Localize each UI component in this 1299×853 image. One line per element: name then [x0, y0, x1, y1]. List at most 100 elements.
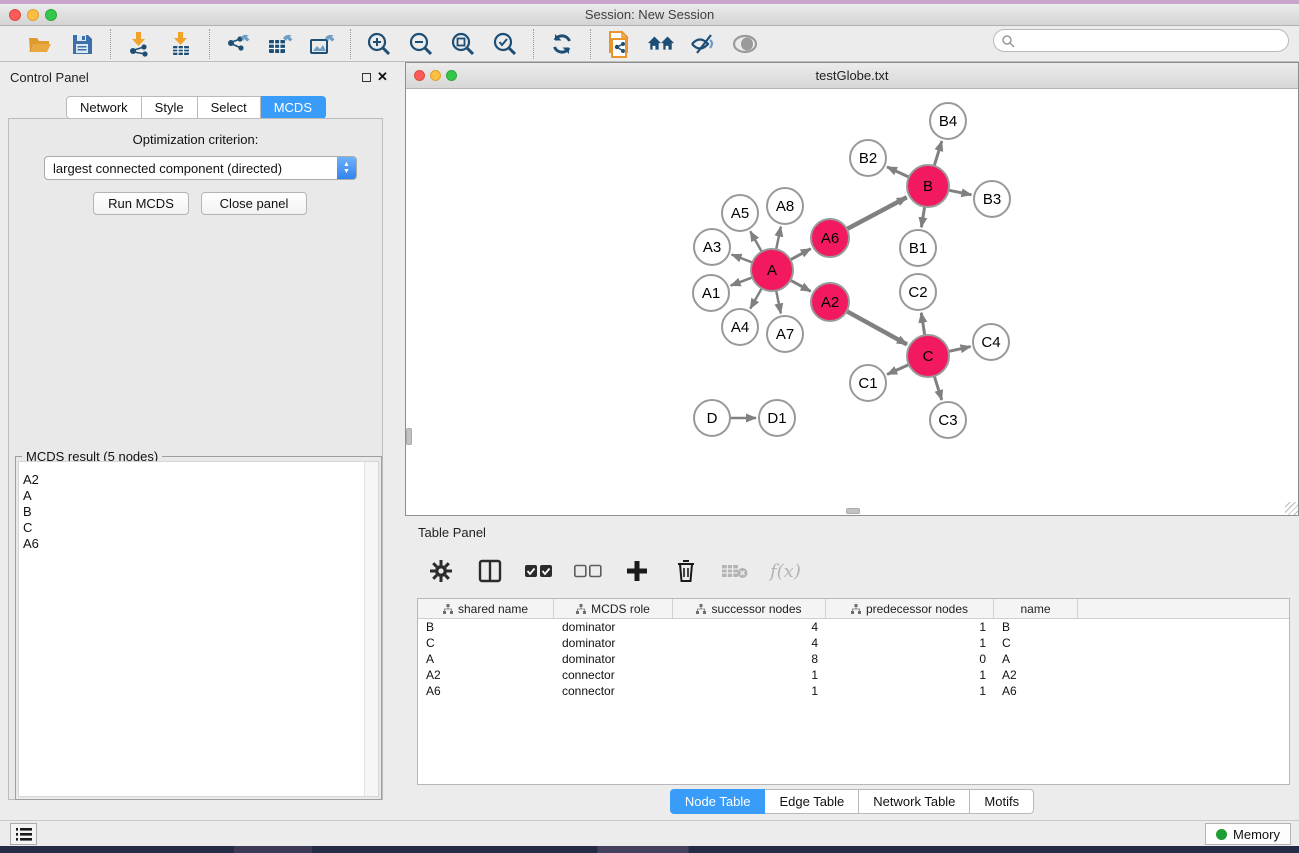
graph-node-C1[interactable]: C1	[850, 365, 886, 401]
graph-node-B3[interactable]: B3	[974, 181, 1010, 217]
zoom-network-icon[interactable]	[446, 70, 457, 81]
edge-C-C4	[948, 347, 970, 352]
tab-node-table[interactable]: Node Table	[670, 789, 766, 814]
close-panel-button[interactable]: Close panel	[201, 192, 307, 215]
deselect-all-icon[interactable]	[574, 557, 602, 585]
graph-node-B1[interactable]: B1	[900, 230, 936, 266]
tab-network[interactable]: Network	[66, 96, 142, 119]
graph-node-B4[interactable]: B4	[930, 103, 966, 139]
graph-node-C4[interactable]: C4	[973, 324, 1009, 360]
export-image-icon[interactable]	[308, 30, 336, 58]
graph-node-C3[interactable]: C3	[930, 402, 966, 438]
column-header-MCDS-role[interactable]: MCDS role	[554, 599, 673, 618]
graph-node-A5[interactable]: A5	[722, 195, 758, 231]
tab-mcds[interactable]: MCDS	[261, 96, 326, 119]
column-header-name[interactable]: name	[994, 599, 1078, 618]
criterion-dropdown[interactable]: largest connected component (directed) ▲…	[44, 156, 357, 180]
graph-node-A8[interactable]: A8	[767, 188, 803, 224]
graph-node-C2[interactable]: C2	[900, 274, 936, 310]
function-builder-icon[interactable]: f(x)	[770, 561, 801, 582]
task-history-button[interactable]	[10, 823, 37, 845]
close-network-icon[interactable]	[414, 70, 425, 81]
column-header-predecessor-nodes[interactable]: predecessor nodes	[826, 599, 994, 618]
list-scrollbar[interactable]	[364, 462, 378, 796]
network-document-icon[interactable]	[605, 30, 633, 58]
graph-node-A[interactable]: A	[751, 249, 793, 291]
save-session-icon[interactable]	[68, 30, 96, 58]
vertical-scroll-thumb[interactable]	[406, 428, 412, 445]
columns-icon[interactable]	[476, 557, 504, 585]
graph-node-A7[interactable]: A7	[767, 316, 803, 352]
graph-node-C[interactable]: C	[907, 335, 949, 377]
network-canvas[interactable]: B4 B2 B B3 A8 A5 A6 A3 B1 A A1 C2 A2 A4A7 C C4 C1 C3 D D1	[406, 89, 1298, 515]
edge-A6-B	[847, 197, 907, 229]
mcds-panel: Optimization criterion: largest connecte…	[8, 118, 383, 800]
bird-eye-icon[interactable]	[731, 30, 759, 58]
open-file-icon[interactable]	[26, 30, 54, 58]
export-network-icon[interactable]	[224, 30, 252, 58]
tab-select[interactable]: Select	[198, 96, 261, 119]
zoom-window-icon[interactable]	[45, 9, 57, 21]
table-row[interactable]: Bdominator41B	[418, 619, 1289, 635]
tab-edge-table[interactable]: Edge Table	[765, 789, 859, 814]
zoom-fit-icon[interactable]	[449, 30, 477, 58]
minimize-window-icon[interactable]	[27, 9, 39, 21]
add-column-icon[interactable]	[623, 557, 651, 585]
mcds-result-item[interactable]: A6	[23, 536, 378, 552]
svg-text:A5: A5	[731, 205, 749, 222]
graph-node-B[interactable]: B	[907, 165, 949, 207]
table-row[interactable]: A2connector11A2	[418, 667, 1289, 683]
table-row[interactable]: A6connector11A6	[418, 683, 1289, 699]
tab-style[interactable]: Style	[142, 96, 198, 119]
show-hide-graphics-icon[interactable]	[689, 30, 717, 58]
mcds-result-item[interactable]: A2	[23, 472, 378, 488]
edge-C-C3	[934, 376, 941, 400]
close-window-icon[interactable]	[9, 9, 21, 21]
resize-grip[interactable]	[1285, 502, 1298, 515]
select-all-icon[interactable]	[525, 557, 553, 585]
close-panel-icon[interactable]: ✕	[377, 69, 388, 85]
edge-A-A4	[750, 288, 761, 308]
zoom-in-icon[interactable]	[365, 30, 393, 58]
delete-column-icon[interactable]	[672, 557, 700, 585]
column-header-shared-name[interactable]: shared name	[418, 599, 554, 618]
import-table-icon[interactable]	[167, 30, 195, 58]
minimize-network-icon[interactable]	[430, 70, 441, 81]
mcds-result-item[interactable]: C	[23, 520, 378, 536]
table-row[interactable]: Cdominator41C	[418, 635, 1289, 651]
gear-icon[interactable]	[427, 557, 455, 585]
zoom-selected-icon[interactable]	[491, 30, 519, 58]
import-network-icon[interactable]	[125, 30, 153, 58]
table-row[interactable]: Adominator80A	[418, 651, 1289, 667]
svg-text:C4: C4	[981, 334, 1000, 351]
run-mcds-button[interactable]: Run MCDS	[93, 192, 189, 215]
graph-node-D[interactable]: D	[694, 400, 730, 436]
graph-node-A1[interactable]: A1	[693, 275, 729, 311]
graph-node-A4[interactable]: A4	[722, 309, 758, 345]
refresh-icon[interactable]	[548, 30, 576, 58]
search-field[interactable]	[993, 29, 1289, 52]
column-header-successor-nodes[interactable]: successor nodes	[673, 599, 826, 618]
delete-table-icon[interactable]	[721, 557, 749, 585]
graph-node-D1[interactable]: D1	[759, 400, 795, 436]
memory-button[interactable]: Memory	[1205, 823, 1291, 845]
mcds-result-item[interactable]: A	[23, 488, 378, 504]
export-table-icon[interactable]	[266, 30, 294, 58]
graph-node-A2[interactable]: A2	[811, 283, 849, 321]
mcds-result-item[interactable]: B	[23, 504, 378, 520]
search-input[interactable]	[1015, 34, 1288, 48]
cell-name: A	[994, 652, 1078, 666]
tab-network-table[interactable]: Network Table	[859, 789, 970, 814]
graph-node-B2[interactable]: B2	[850, 140, 886, 176]
graph-node-A3[interactable]: A3	[694, 229, 730, 265]
float-panel-icon[interactable]	[362, 73, 371, 82]
home-icon[interactable]	[647, 30, 675, 58]
tab-motifs[interactable]: Motifs	[970, 789, 1034, 814]
graph-node-A6[interactable]: A6	[811, 219, 849, 257]
edge-B-B2	[887, 167, 909, 177]
app-titlebar: Session: New Session	[0, 4, 1299, 26]
zoom-out-icon[interactable]	[407, 30, 435, 58]
svg-text:A1: A1	[702, 285, 720, 302]
horizontal-scroll-thumb[interactable]	[846, 508, 860, 514]
node-table: shared nameMCDS rolesuccessor nodesprede…	[417, 598, 1290, 785]
